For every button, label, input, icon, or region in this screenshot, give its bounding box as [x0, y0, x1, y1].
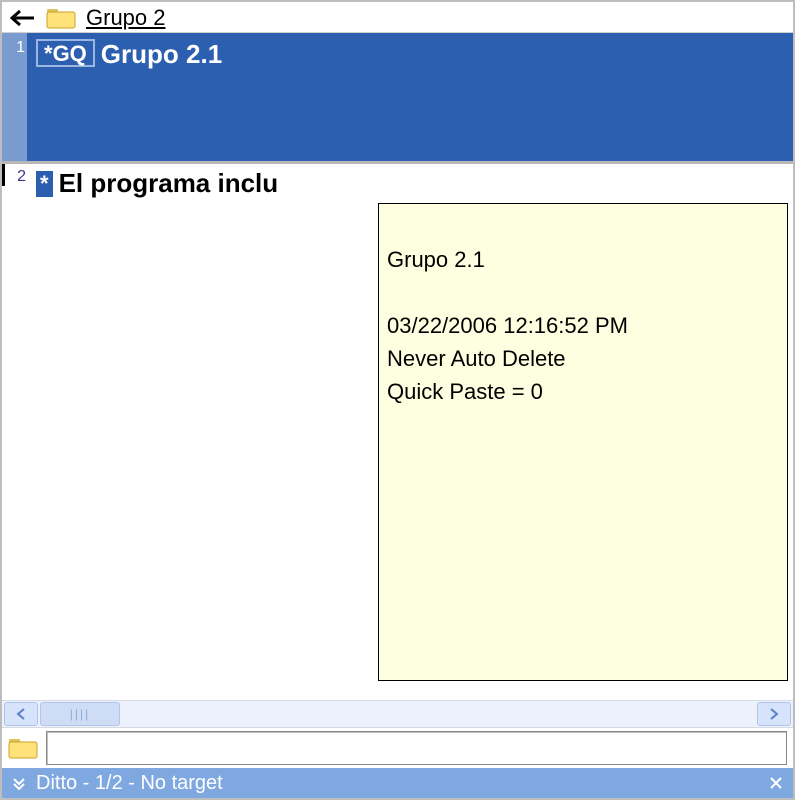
clip-tooltip: Grupo 2.1 03/22/2006 12:16:52 PM Never A… [378, 203, 788, 681]
horizontal-scrollbar[interactable]: |||| [2, 700, 793, 728]
row-index: 1 [2, 33, 28, 161]
tooltip-quick-paste: Quick Paste = 0 [387, 379, 543, 404]
tooltip-timestamp: 03/22/2006 12:16:52 PM [387, 313, 628, 338]
breadcrumb-label[interactable]: Grupo 2 [86, 5, 166, 31]
folder-icon [46, 7, 76, 29]
clip-list: 1 *GQ Grupo 2.1 2 * El programa inclu Gr… [2, 32, 793, 700]
scroll-thumb[interactable]: |||| [40, 702, 120, 726]
list-item[interactable]: 2 * El programa inclu [2, 164, 793, 203]
status-text: Ditto - 1/2 - No target [36, 772, 223, 795]
row-index: 2 [2, 164, 28, 186]
scroll-left-button[interactable] [4, 702, 38, 726]
status-bar: Ditto - 1/2 - No target [2, 768, 793, 798]
tooltip-auto-delete: Never Auto Delete [387, 346, 566, 371]
search-bar [2, 728, 793, 768]
close-icon[interactable] [769, 776, 783, 790]
list-item[interactable]: 1 *GQ Grupo 2.1 [2, 33, 793, 164]
pin-star-icon: * [44, 41, 53, 66]
clip-title: Grupo 2.1 [101, 39, 222, 70]
chevron-down-icon[interactable] [12, 776, 26, 790]
app-window: Grupo 2 1 *GQ Grupo 2.1 2 * El programa … [0, 0, 795, 800]
folder-icon[interactable] [8, 737, 38, 759]
pin-star-icon: * [40, 173, 49, 195]
search-input[interactable] [46, 731, 787, 765]
clip-title: El programa inclu [59, 168, 279, 199]
tooltip-title: Grupo 2.1 [387, 247, 485, 272]
breadcrumb-bar: Grupo 2 [2, 2, 793, 32]
hotkey-tag: GQ [53, 41, 87, 66]
back-arrow-icon[interactable] [10, 7, 36, 29]
scroll-right-button[interactable] [757, 702, 791, 726]
